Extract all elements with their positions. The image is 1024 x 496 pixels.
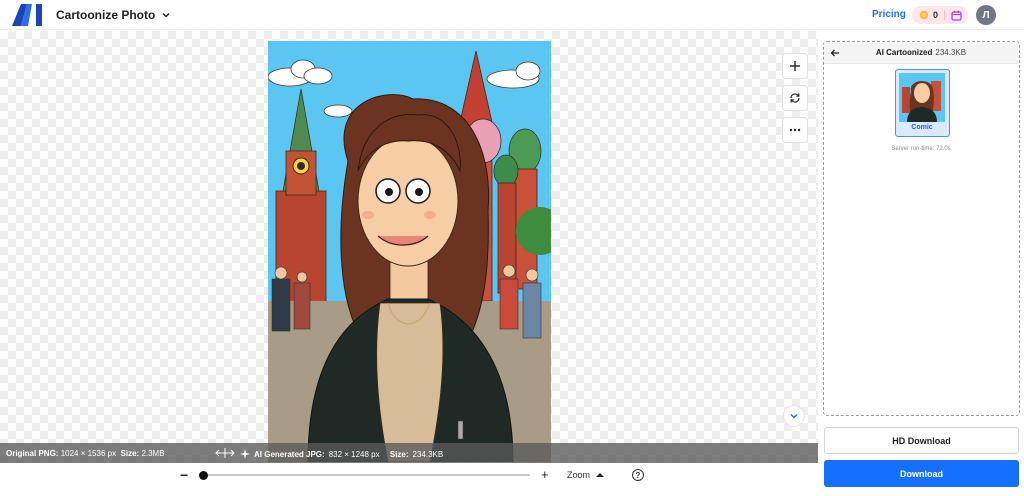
- coin-icon: [919, 10, 929, 20]
- original-info: Original PNG: 1024 × 1536 px Size: 2.3MB: [6, 449, 165, 458]
- style-thumbnail-image: [899, 73, 945, 122]
- original-dims: 1024 × 1536 px: [60, 449, 117, 458]
- generated-size-label: Size:: [389, 449, 409, 459]
- style-thumbnail-comic[interactable]: Comic: [895, 69, 950, 137]
- add-button[interactable]: [782, 53, 808, 79]
- credits-count: 0: [933, 10, 939, 20]
- server-runtime-text: Server run-time: 72.0s: [891, 146, 951, 152]
- credits-badge[interactable]: 0: [912, 6, 968, 24]
- pricing-link[interactable]: Pricing: [872, 9, 906, 20]
- results-panel-header: AI Cartoonized 234.3KB: [824, 42, 1018, 64]
- zoom-out-button[interactable]: −: [180, 468, 188, 482]
- scroll-down-button[interactable]: [783, 405, 805, 427]
- top-header: Cartoonize Photo Pricing 0 Л: [0, 0, 1024, 30]
- original-label: Original PNG:: [6, 449, 59, 458]
- help-button[interactable]: ?: [632, 469, 644, 481]
- refresh-button[interactable]: [782, 85, 808, 111]
- zoom-dropdown[interactable]: Zoom: [567, 470, 605, 480]
- zoom-slider-track[interactable]: [200, 474, 530, 476]
- generated-label: AI Generated JPG:: [254, 449, 325, 459]
- chevron-down-icon: [162, 12, 170, 18]
- results-size: 234.3KB: [935, 48, 967, 57]
- user-avatar[interactable]: Л: [976, 5, 996, 25]
- refresh-icon: [790, 93, 800, 103]
- more-horizontal-icon: [789, 128, 801, 132]
- calendar-icon: [951, 10, 962, 21]
- cartoonized-photo: [268, 41, 551, 462]
- original-size: 2.3MB: [141, 449, 165, 458]
- compare-arrows-icon[interactable]: [214, 447, 236, 459]
- arrow-left-icon[interactable]: [830, 48, 840, 58]
- results-title: AI Cartoonized: [875, 48, 933, 57]
- zoom-in-button[interactable]: +: [541, 468, 549, 482]
- download-button[interactable]: Download: [824, 460, 1019, 487]
- zoom-slider-thumb[interactable]: [199, 471, 208, 480]
- app-title-dropdown[interactable]: Cartoonize Photo: [56, 8, 171, 22]
- zoom-label: Zoom: [567, 470, 591, 480]
- style-thumbnail-label: Comic: [911, 124, 933, 131]
- generated-size: 234.3KB: [412, 449, 444, 459]
- generated-info: AI Generated JPG: 832 × 1248 px Size: 23…: [240, 449, 443, 459]
- more-options-button[interactable]: [782, 117, 808, 143]
- sparkle-icon: [240, 449, 250, 459]
- plus-icon: [790, 61, 800, 71]
- original-size-label: Size:: [120, 449, 140, 458]
- hd-download-button[interactable]: HD Download: [824, 427, 1019, 454]
- app-title-label: Cartoonize Photo: [56, 8, 156, 22]
- cartoon-portrait-image: [268, 41, 551, 462]
- chevron-down-icon: [790, 413, 798, 419]
- generated-dims: 832 × 1248 px: [328, 449, 380, 459]
- image-info-bar: Original PNG: 1024 × 1536 px Size: 2.3MB…: [0, 443, 818, 463]
- app-logo-icon[interactable]: [12, 4, 46, 26]
- caret-up-icon: [596, 473, 605, 477]
- image-canvas[interactable]: [0, 31, 818, 463]
- credits-divider: [944, 10, 946, 20]
- results-panel: AI Cartoonized 234.3KB Comic Server run-…: [823, 41, 1020, 416]
